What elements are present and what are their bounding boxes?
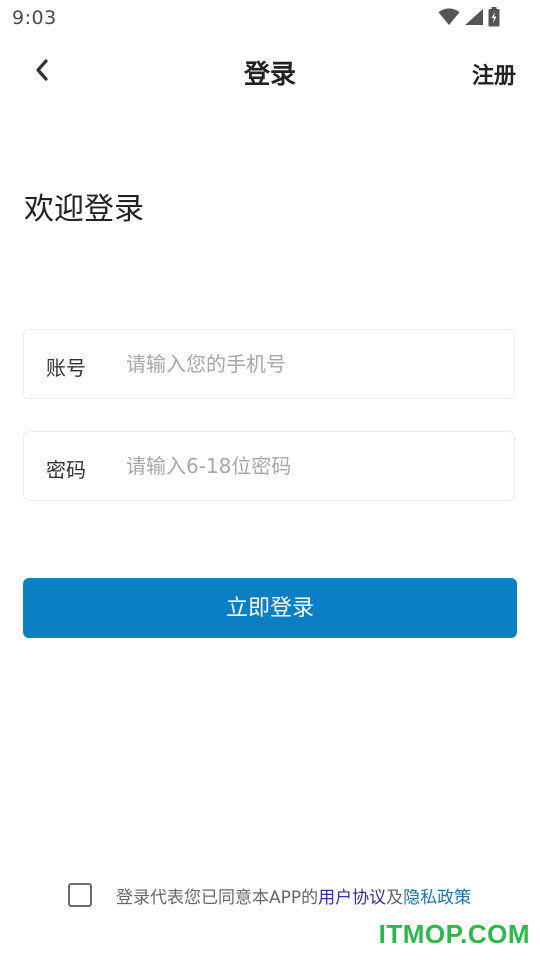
- page-title: 登录: [243, 60, 296, 90]
- status-bar: 9:03: [0, 0, 540, 36]
- watermark-logo: ITMOP.COM: [378, 919, 530, 949]
- wifi-icon: [438, 8, 460, 26]
- agreement-prefix: 登录代表您已同意本APP的: [116, 887, 319, 908]
- agreement-checkbox[interactable]: [68, 883, 92, 907]
- signal-icon: [464, 8, 484, 26]
- top-bar: 登录 注册: [0, 44, 540, 100]
- account-field: 账号: [23, 329, 515, 399]
- password-field: 密码: [23, 431, 515, 501]
- status-time: 9:03: [12, 7, 57, 29]
- password-label: 密码: [46, 458, 86, 482]
- agreement-text: 登录代表您已同意本APP的用户协议及隐私政策: [116, 883, 471, 908]
- user-agreement-link[interactable]: 用户协议: [318, 888, 386, 908]
- agreement-row: 登录代表您已同意本APP的用户协议及隐私政策: [68, 880, 471, 910]
- battery-charging-icon: [488, 7, 500, 27]
- welcome-heading: 欢迎登录: [24, 192, 144, 227]
- account-label: 账号: [46, 356, 86, 380]
- password-input[interactable]: [126, 446, 496, 486]
- register-button[interactable]: 注册: [472, 58, 516, 90]
- login-button[interactable]: 立即登录: [23, 578, 517, 638]
- status-icons: [438, 7, 500, 27]
- privacy-policy-link[interactable]: 隐私政策: [403, 888, 471, 908]
- account-input[interactable]: [126, 344, 496, 384]
- agreement-conjunction: 及: [386, 887, 404, 908]
